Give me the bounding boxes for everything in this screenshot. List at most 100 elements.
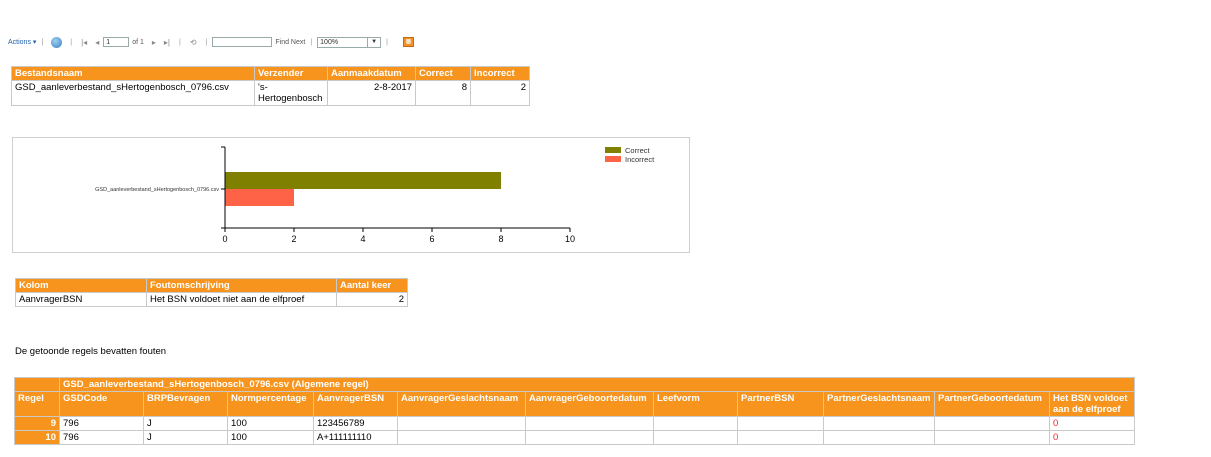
regel-cell: 10	[14, 430, 60, 445]
column-header: Leefvorm	[653, 391, 738, 417]
empty-cell	[823, 430, 935, 445]
empty-cell	[525, 416, 654, 431]
column-header: BRPBevragen	[143, 391, 228, 417]
column-header: Foutomschrijving	[146, 278, 337, 293]
column-header: AanvragerGeboortedatum	[525, 391, 654, 417]
column-header: Het BSN voldoet aan de elfproef	[1049, 391, 1135, 417]
find-next-button[interactable]: Find Next	[275, 39, 305, 46]
empty-cell	[397, 430, 526, 445]
normpercentage-cell: 100	[227, 430, 314, 445]
verzender-cell: 's- Hertogenbosch	[254, 80, 328, 106]
report-toolbar: Actions ▾ | | |◂ ◂ 1 of 1 ▸ ▸| | ⟲ | Fin…	[8, 35, 414, 49]
correct-cell: 8	[415, 80, 471, 106]
summary-table: Bestandsnaam Verzender Aanmaakdatum Corr…	[11, 66, 530, 106]
empty-cell	[823, 416, 935, 431]
table-row: AanvragerBSN Het BSN voldoet niet aan de…	[15, 292, 408, 307]
column-header: Correct	[415, 66, 471, 81]
bar-incorrect	[225, 189, 294, 206]
column-header: AanvragerGeslachtsnaam	[397, 391, 526, 417]
last-page-icon[interactable]: ▸|	[164, 38, 170, 47]
toolbar-separator: |	[41, 38, 44, 46]
kolom-cell: AanvragerBSN	[15, 292, 147, 307]
gsdcode-cell: 796	[59, 416, 144, 431]
error-summary-table: Kolom Foutomschrijving Aantal keer Aanvr…	[15, 278, 408, 307]
aanvragerbsn-cell: 123456789	[313, 416, 398, 431]
brpbevragen-cell: J	[143, 416, 228, 431]
elfproef-cell: 0	[1049, 416, 1135, 431]
x-tick-label: 6	[429, 234, 434, 244]
toolbar-separator: |	[386, 38, 388, 46]
column-header: Aantal keer	[336, 278, 408, 293]
incorrect-cell: 2	[470, 80, 530, 106]
chart-svg: GSD_aanleverbestand_sHertogenbosch_0796.…	[95, 146, 655, 244]
column-header: Normpercentage	[227, 391, 314, 417]
legend-swatch-correct	[605, 147, 621, 153]
detail-table: GSD_aanleverbestand_sHertogenbosch_0796.…	[14, 377, 1135, 445]
export-icon[interactable]: ▦	[402, 37, 414, 47]
empty-cell	[934, 416, 1050, 431]
next-page-icon[interactable]: ▸	[152, 38, 156, 47]
column-header: Incorrect	[470, 66, 530, 81]
chevron-down-icon[interactable]: ▼	[367, 37, 380, 47]
column-header: Regel	[14, 391, 60, 417]
elfproef-cell: 0	[1049, 430, 1135, 445]
empty-cell	[525, 430, 654, 445]
bestandsnaam-cell: GSD_aanleverbestand_sHertogenbosch_0796.…	[11, 80, 255, 106]
column-header: Bestandsnaam	[11, 66, 255, 81]
toolbar-separator: |	[310, 38, 313, 46]
page-of-label: of 1	[132, 38, 144, 46]
aanmaakdatum-cell: 2-8-2017	[327, 80, 416, 106]
back-to-parent-icon[interactable]: ⟲	[190, 38, 197, 47]
group-header-spacer	[14, 377, 60, 392]
category-label: GSD_aanleverbestand_sHertogenbosch_0796.…	[95, 187, 219, 193]
verzender-line: Hertogenbosch	[258, 93, 323, 104]
table-header-row: Bestandsnaam Verzender Aanmaakdatum Corr…	[11, 66, 530, 81]
group-header-row: GSD_aanleverbestand_sHertogenbosch_0796.…	[14, 377, 1135, 392]
x-tick-label: 2	[291, 234, 296, 244]
toolbar-separator: |	[179, 38, 181, 46]
find-input[interactable]	[212, 37, 273, 47]
column-header: PartnerGeslachtsnaam	[823, 391, 935, 417]
legend-label-correct: Correct	[625, 146, 651, 155]
toolbar-separator: |	[205, 38, 208, 46]
empty-cell	[397, 416, 526, 431]
legend-label-incorrect: Incorrect	[625, 155, 655, 164]
bar-correct	[225, 172, 501, 189]
actions-menu[interactable]: Actions ▾	[8, 38, 36, 46]
foutomschrijving-cell: Het BSN voldoet niet aan de elfproef	[146, 292, 337, 307]
zoom-select[interactable]: 100% ▼	[317, 36, 382, 48]
group-title: GSD_aanleverbestand_sHertogenbosch_0796.…	[59, 377, 1135, 392]
empty-cell	[737, 416, 824, 431]
x-tick-label: 4	[360, 234, 365, 244]
x-tick-label: 10	[565, 234, 575, 244]
column-header: Verzender	[254, 66, 328, 81]
gsdcode-cell: 796	[59, 430, 144, 445]
normpercentage-cell: 100	[227, 416, 314, 431]
table-header-row: Regel GSDCode BRPBevragen Normpercentage…	[14, 391, 1135, 417]
actions-label[interactable]: Actions	[8, 39, 31, 46]
aantal-cell: 2	[336, 292, 408, 307]
x-tick-label: 8	[498, 234, 503, 244]
column-header: AanvragerBSN	[313, 391, 398, 417]
bar-chart: GSD_aanleverbestand_sHertogenbosch_0796.…	[12, 137, 690, 253]
regel-cell: 9	[14, 416, 60, 431]
errors-caption: De getoonde regels bevatten fouten	[15, 346, 167, 357]
zoom-value: 100%	[320, 38, 339, 46]
previous-page-icon[interactable]: ◂	[95, 38, 99, 47]
empty-cell	[653, 430, 738, 445]
aanvragerbsn-cell: A+111111110	[313, 430, 398, 445]
page-number-input[interactable]: 1	[103, 37, 130, 47]
x-tick-label: 0	[222, 234, 227, 244]
table-header-row: Kolom Foutomschrijving Aantal keer	[15, 278, 408, 293]
column-header: GSDCode	[59, 391, 144, 417]
column-header: Aanmaakdatum	[327, 66, 416, 81]
table-row: 9 796 J 100 123456789 0	[14, 416, 1135, 431]
column-header: PartnerBSN	[737, 391, 824, 417]
toolbar-separator: |	[70, 38, 73, 46]
empty-cell	[934, 430, 1050, 445]
legend-swatch-incorrect	[605, 156, 621, 162]
first-page-icon[interactable]: |◂	[81, 38, 87, 47]
table-row: GSD_aanleverbestand_sHertogenbosch_0796.…	[11, 80, 530, 106]
refresh-icon[interactable]	[51, 36, 63, 48]
column-header: Kolom	[15, 278, 147, 293]
